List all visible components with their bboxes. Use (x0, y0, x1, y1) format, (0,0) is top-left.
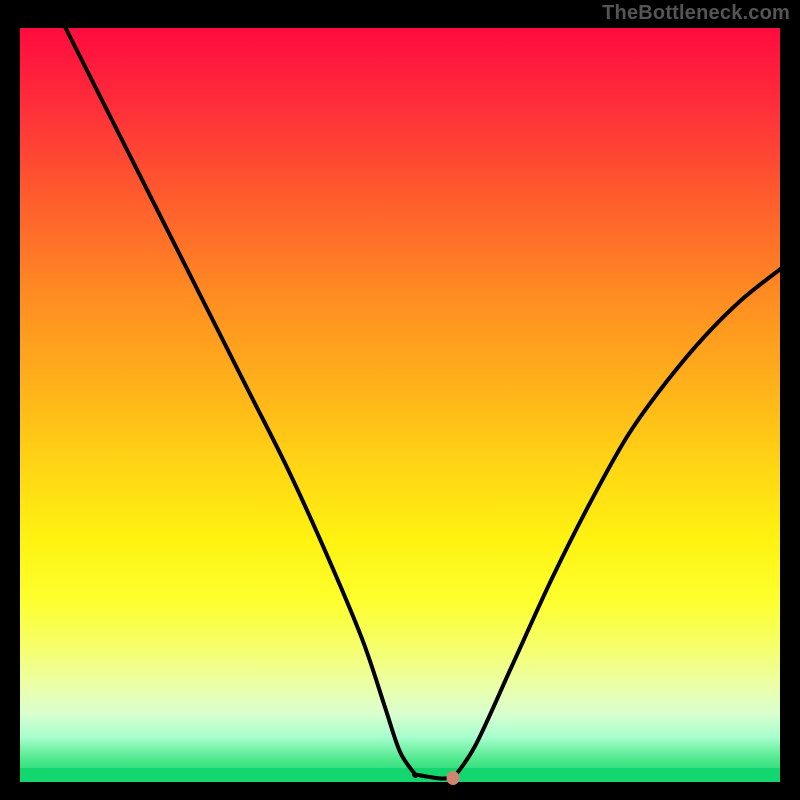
optimum-marker (447, 771, 460, 785)
chart-frame: TheBottleneck.com (0, 0, 800, 800)
watermark-text: TheBottleneck.com (602, 2, 790, 25)
bottleneck-curve (20, 28, 780, 782)
